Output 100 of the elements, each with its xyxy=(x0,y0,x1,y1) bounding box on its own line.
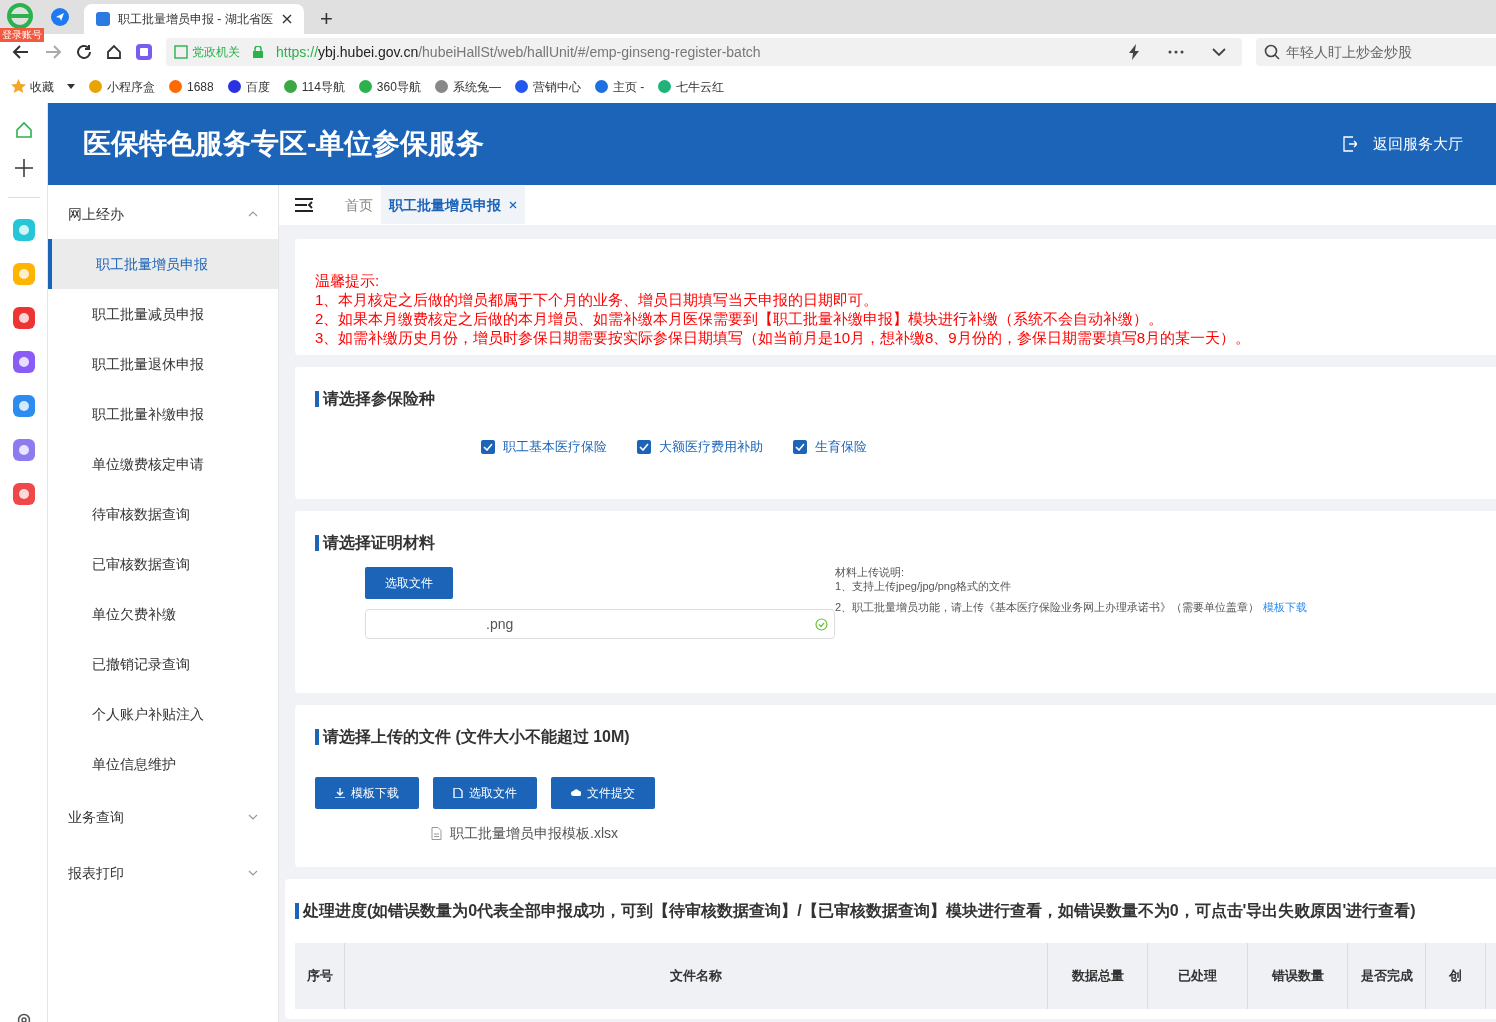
menu-group[interactable]: 业务查询 xyxy=(48,789,278,845)
notice-text: 1、本月核定之后做的增员都属于下个月的业务、增员日期填写当天申报的日期即可。 xyxy=(315,290,880,309)
menu-item[interactable]: 职工批量退休申报 xyxy=(48,339,278,389)
security-label: 党政机关 xyxy=(192,44,240,61)
site-icon xyxy=(357,79,373,94)
search-icon xyxy=(1264,44,1280,60)
section-title: 处理进度(如错误数量为0代表全部申报成功，可到【待审核数据查询】/【已审核数据查询】模块进行查看，如错误数量不为0，可点击'导出失败原因'进行查看) xyxy=(303,901,1416,921)
site-icon xyxy=(88,79,103,94)
menu-group[interactable]: 报表打印 xyxy=(48,845,278,901)
plus-icon[interactable] xyxy=(14,159,33,177)
site-icon xyxy=(513,79,529,94)
exit-icon xyxy=(1343,136,1357,152)
search-field[interactable]: 年轻人盯上炒金炒股 xyxy=(1256,38,1496,66)
caret-icon[interactable] xyxy=(67,84,75,89)
checkbox-label[interactable]: 生育保险 xyxy=(815,437,867,457)
menu-item[interactable]: 待审核数据查询 xyxy=(48,489,278,539)
home-icon[interactable] xyxy=(106,44,122,60)
checkbox[interactable] xyxy=(793,439,807,454)
url-text[interactable]: https://ybj.hubei.gov.cn/hubeiHallSt/web/hallUnit/#/emp-ginseng-register-batch xyxy=(276,41,761,63)
column-header: 创 xyxy=(1426,943,1486,1009)
chevron-down-icon xyxy=(248,870,258,876)
upload-button[interactable]: 模板下载 xyxy=(315,777,419,809)
menu-item[interactable]: 已撤销记录查询 xyxy=(48,639,278,689)
file-name: 职工批量增员申报模板.xlsx xyxy=(450,824,618,843)
site-icon xyxy=(593,79,609,94)
site-icon xyxy=(282,79,298,94)
checkbox[interactable] xyxy=(637,439,651,454)
notes-title: 材料上传说明: xyxy=(835,565,906,579)
more-icon[interactable] xyxy=(1168,50,1184,54)
page-tab[interactable]: 首页 xyxy=(337,186,381,224)
template-link[interactable]: 模板下载 xyxy=(1263,600,1308,614)
heading-bar xyxy=(315,391,319,407)
page-tab[interactable]: 职工批量增员申报 xyxy=(381,186,525,224)
bookmark[interactable]: 主页 - xyxy=(593,77,645,96)
chevron-up-icon xyxy=(248,211,258,217)
notice-text: 2、如果本月缴费核定之后做的本月增员、如需补缴本月医保需要到【职工批量补缴申报】模块进行补缴（系统不会自动补缴）。 xyxy=(315,309,1165,328)
download-icon xyxy=(335,788,345,798)
browser-logo-icon[interactable] xyxy=(7,3,33,29)
menu-group[interactable]: 网上经办 xyxy=(48,189,278,239)
section-title: 请选择参保险种 xyxy=(323,389,435,409)
document-icon xyxy=(431,827,442,840)
site-icon xyxy=(96,12,110,26)
menu-item[interactable]: 职工批量减员申报 xyxy=(48,289,278,339)
bookmark[interactable]: 360导航 xyxy=(357,77,421,96)
back-link[interactable]: 返回服务大厅 xyxy=(1343,132,1463,156)
bookmark[interactable]: 营销中心 xyxy=(513,77,581,96)
column-header: 是否完成 xyxy=(1348,943,1426,1009)
lightning-icon[interactable] xyxy=(1128,44,1140,60)
notice-title: 温馨提示: xyxy=(315,271,381,290)
column-header: 已处理 xyxy=(1148,943,1248,1009)
bookmark[interactable]: 1688 xyxy=(168,77,214,96)
lock-icon xyxy=(252,46,264,58)
menu-item[interactable]: 已审核数据查询 xyxy=(48,539,278,589)
column-header: 序号 xyxy=(295,943,345,1009)
column-header: 数据总量 xyxy=(1048,943,1148,1009)
chevron-down-icon[interactable] xyxy=(1212,48,1226,56)
menu-icon[interactable] xyxy=(295,198,313,212)
menu-item[interactable]: 个人账户补贴注入 xyxy=(48,689,278,739)
bookmark[interactable]: 小程序盒 xyxy=(88,77,155,96)
browser-tab[interactable]: 职工批量增员申报 - 湖北省医 xyxy=(84,4,304,34)
choose-file-button[interactable]: 选取文件 xyxy=(365,567,453,599)
checkbox[interactable] xyxy=(481,439,495,454)
upload-button[interactable]: 文件提交 xyxy=(551,777,655,809)
close-icon[interactable] xyxy=(509,201,517,209)
address-bar[interactable]: 党政机关 https://ybj.hubei.gov.cn/hubeiHallSt/web/hallUnit/#/emp-ginseng-register-batch xyxy=(166,38,1242,66)
heading-bar xyxy=(295,903,299,919)
checkbox-label[interactable]: 职工基本医疗保险 xyxy=(503,437,607,457)
upload-button[interactable]: 选取文件 xyxy=(433,777,537,809)
section-title: 请选择证明材料 xyxy=(323,533,435,553)
heading-bar xyxy=(315,729,319,745)
cloud-upload-icon xyxy=(571,788,581,798)
bookmark[interactable]: 百度 xyxy=(226,77,270,96)
notes-text: 2、职工批量增员功能，请上传《基本医疗保险业务网上办理承诺书》（需要单位盖章） xyxy=(835,600,1260,614)
send-icon[interactable] xyxy=(51,8,69,26)
column-header: 文件名称 xyxy=(345,943,1048,1009)
bookmark[interactable]: 收藏 xyxy=(11,77,54,96)
site-icon xyxy=(433,79,449,94)
bookmark[interactable]: 七牛云红 xyxy=(657,77,725,96)
menu-item[interactable]: 职工批量补缴申报 xyxy=(48,389,278,439)
site-icon xyxy=(226,79,242,94)
section-title: 请选择上传的文件 (文件大小不能超过 10M) xyxy=(323,727,630,747)
bookmark[interactable]: 系统兔— xyxy=(433,77,501,96)
reload-icon[interactable] xyxy=(76,44,92,60)
site-icon xyxy=(657,79,673,94)
menu-item[interactable]: 单位缴费核定申请 xyxy=(48,439,278,489)
page-title: 医保特色服务专区-单位参保服务 xyxy=(83,127,485,161)
file-item[interactable]: .png xyxy=(365,609,835,639)
menu-item[interactable]: 单位欠费补缴 xyxy=(48,589,278,639)
success-icon xyxy=(815,617,828,631)
checkbox-label[interactable]: 大额医疗费用补助 xyxy=(659,437,763,457)
close-icon[interactable] xyxy=(282,14,292,24)
menu-item[interactable]: 职工批量增员申报 xyxy=(48,239,278,289)
back-icon[interactable] xyxy=(12,43,30,61)
new-tab-button[interactable]: + xyxy=(320,8,333,30)
notes-text: 1、支持上传jpeg/jpg/png格式的文件 xyxy=(835,579,1013,593)
bookmark[interactable]: 114导航 xyxy=(282,77,345,96)
menu-item[interactable]: 单位信息维护 xyxy=(48,739,278,789)
chevron-down-icon xyxy=(248,814,258,820)
file-icon xyxy=(453,788,463,798)
notice-text: 3、如需补缴历史月份，增员时参保日期需要按实际参保日期填写（如当前月是10月，想补缴8、9月份的，参保日期需要填写8月的某一天）。 xyxy=(315,328,1252,347)
